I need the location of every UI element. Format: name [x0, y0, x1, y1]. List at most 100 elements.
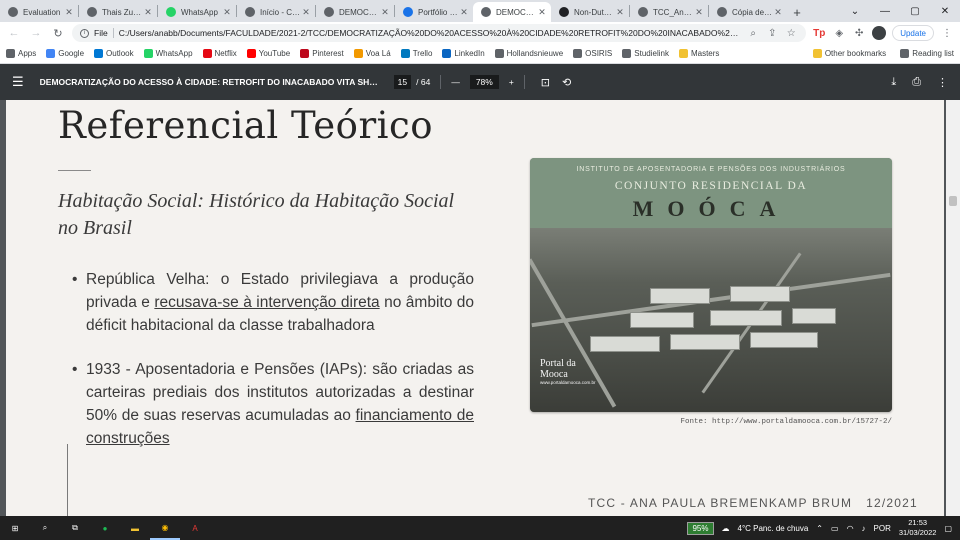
browser-tab[interactable]: DEMOCRAT...✕	[473, 2, 551, 22]
reload-button[interactable]: ↻	[50, 25, 66, 41]
menu-icon[interactable]: ☰	[12, 74, 24, 90]
other-bookmarks[interactable]: Other bookmarks	[812, 49, 886, 58]
maximize-button[interactable]: ▢	[900, 0, 930, 22]
volume-icon[interactable]: ♪	[862, 524, 866, 533]
extension-icon[interactable]: Tp	[812, 26, 826, 40]
download-icon[interactable]: ⤓	[891, 76, 896, 89]
pdf-toolbar: ☰ DEMOCRATIZAÇÃO DO ACESSO À CIDADE: RET…	[0, 64, 960, 100]
file-explorer-icon[interactable]: ▬	[120, 516, 150, 540]
browser-tab[interactable]: Thais Zuch...✕	[79, 2, 157, 22]
browser-tab[interactable]: Non-Dutch... ✕	[551, 2, 629, 22]
badge-title: Portal da Mooca	[540, 358, 576, 380]
close-tab-icon[interactable]: ✕	[694, 7, 704, 18]
network-icon[interactable]: ▭	[831, 524, 839, 533]
back-button[interactable]: ←	[6, 25, 22, 41]
close-tab-icon[interactable]: ✕	[301, 7, 311, 18]
task-view-icon[interactable]: ⧉	[60, 516, 90, 540]
bookmark-item[interactable]: OSIRIS	[573, 49, 612, 58]
puzzle-icon[interactable]: ✣	[852, 26, 866, 40]
avatar[interactable]	[872, 26, 887, 40]
portal-da-mooca-badge: Portal da Mooca www.portaldamooca.com.br	[540, 358, 596, 386]
chrome-icon[interactable]: ◉	[150, 516, 180, 540]
search-icon[interactable]: ⌕	[30, 516, 60, 540]
weather-icon[interactable]: ☁	[722, 524, 730, 533]
minimize-button[interactable]: —	[870, 0, 900, 22]
shield-icon[interactable]: ◈	[832, 26, 846, 40]
close-tab-icon[interactable]: ✕	[773, 7, 783, 18]
notification-icon[interactable]: ▢	[944, 524, 952, 533]
bookmark-icon	[143, 49, 153, 58]
bookmark-item[interactable]: Outlook	[94, 49, 134, 58]
browser-tab[interactable]: DEMOCRAT...✕	[316, 2, 394, 22]
tab-title: Cópia de P...	[732, 7, 773, 17]
forward-button[interactable]: →	[28, 25, 44, 41]
print-icon[interactable]: ⎙	[912, 76, 921, 89]
page-number-input[interactable]: 15	[393, 75, 412, 89]
browser-toolbar: ← → ↻ i File C:/Users/anabb/Documents/FA…	[0, 22, 960, 44]
bookmark-item[interactable]: YouTube	[246, 49, 290, 58]
close-tab-icon[interactable]: ✕	[537, 7, 547, 18]
address-bar[interactable]: i File C:/Users/anabb/Documents/FACULDAD…	[72, 24, 807, 42]
browser-tab[interactable]: Portfólio M... ✕	[395, 2, 473, 22]
bookmark-icon	[353, 49, 363, 58]
chevron-down-icon[interactable]: ⌄	[840, 0, 870, 22]
section-subtitle: Habitação Social: Histórico da Habitação…	[58, 190, 455, 239]
bookmark-item[interactable]: WhatsApp	[143, 49, 193, 58]
bookmark-item[interactable]: Studielink	[622, 49, 669, 58]
close-tab-icon[interactable]: ✕	[222, 7, 232, 18]
spotify-icon[interactable]: ●	[90, 516, 120, 540]
zoom-icon[interactable]: ⌕	[746, 26, 760, 40]
bookmark-item[interactable]: Netflix	[202, 49, 237, 58]
zoom-out-button[interactable]: —	[451, 77, 460, 87]
wifi-icon[interactable]: ◠	[847, 524, 854, 533]
close-tab-icon[interactable]: ✕	[615, 7, 625, 18]
window-controls: ⌄ — ▢ ✕	[840, 0, 960, 22]
bookmark-label: Trello	[412, 49, 433, 58]
reading-list[interactable]: Reading list	[900, 49, 954, 58]
weather-text[interactable]: 4°C Panc. de chuva	[738, 524, 809, 533]
fit-page-icon[interactable]: ⊡	[541, 76, 550, 89]
tab-title: Thais Zuch...	[102, 7, 143, 17]
tray-chevron-icon[interactable]: ⌃	[816, 524, 823, 533]
scrollbar-thumb[interactable]	[949, 196, 957, 206]
share-icon[interactable]: ⇪	[765, 26, 779, 40]
battery-indicator[interactable]: 95%	[687, 521, 714, 535]
bookmark-item[interactable]: Trello	[400, 49, 433, 58]
bookmark-item[interactable]: Pinterest	[300, 49, 344, 58]
bookmark-label: Apps	[18, 49, 37, 58]
zoom-input[interactable]: 78%	[469, 75, 499, 89]
vertical-scrollbar[interactable]	[946, 100, 960, 516]
close-window-button[interactable]: ✕	[930, 0, 960, 22]
mooca-photo: INSTITUTO DE APOSENTADORIA E PENSÕES DOS…	[530, 158, 892, 412]
close-tab-icon[interactable]: ✕	[64, 7, 74, 18]
photo-conjunto-text: CONJUNTO RESIDENCIAL DA	[614, 180, 808, 192]
bookmark-item[interactable]: Hollandsnieuwe	[494, 49, 563, 58]
more-options-icon[interactable]: ⋮	[937, 76, 948, 89]
acrobat-icon[interactable]: A	[180, 516, 210, 540]
close-tab-icon[interactable]: ✕	[143, 7, 153, 18]
language-indicator[interactable]: POR	[874, 524, 891, 533]
update-button[interactable]: Update	[892, 25, 934, 41]
browser-tab[interactable]: Cópia de P... ✕	[709, 2, 787, 22]
zoom-in-button[interactable]: +	[509, 77, 514, 87]
bookmark-item[interactable]: Masters	[678, 49, 719, 58]
browser-tab[interactable]: Evaluation ✕	[0, 2, 78, 22]
browser-tab[interactable]: Início - Canv...✕	[237, 2, 315, 22]
info-icon[interactable]: i	[80, 28, 89, 38]
bookmark-item[interactable]: Voa Lá	[353, 49, 391, 58]
bookmark-item[interactable]: Apps	[6, 49, 36, 58]
windows-start-icon[interactable]: ⊞	[0, 516, 30, 540]
close-tab-icon[interactable]: ✕	[380, 7, 390, 18]
close-tab-icon[interactable]: ✕	[459, 7, 469, 18]
browser-tab[interactable]: WhatsApp ✕	[158, 2, 236, 22]
globe-icon	[8, 7, 18, 17]
rotate-icon[interactable]: ⟲	[562, 76, 571, 89]
star-icon[interactable]: ☆	[784, 26, 798, 40]
bookmark-item[interactable]: Google	[46, 49, 84, 58]
new-tab-button[interactable]: +	[787, 2, 807, 22]
tab-title: Evaluation	[23, 7, 61, 17]
browser-tab[interactable]: TCC_Ana P...✕	[630, 2, 708, 22]
clock[interactable]: 21:53 31/03/2022	[899, 518, 937, 538]
bookmark-item[interactable]: LinkedIn	[442, 49, 485, 58]
more-icon[interactable]: ⋮	[940, 26, 954, 40]
